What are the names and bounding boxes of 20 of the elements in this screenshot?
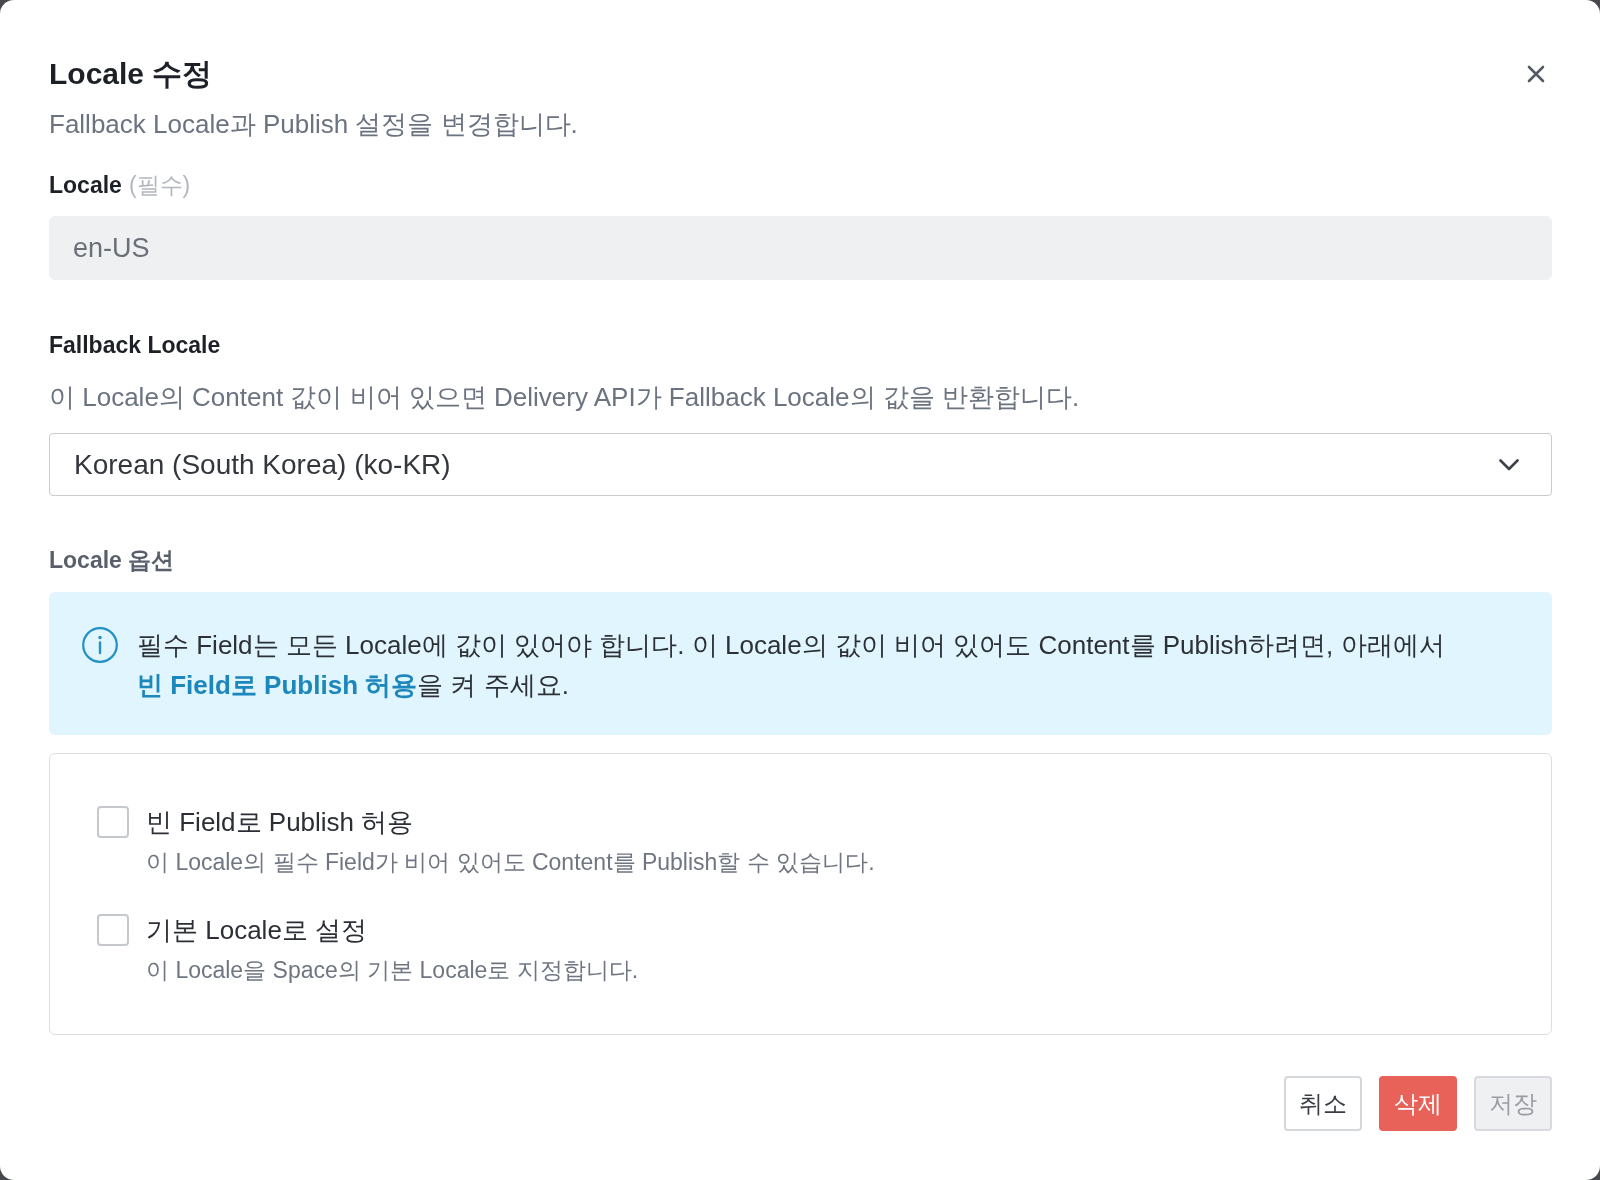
dialog-title: Locale 수정 — [49, 56, 213, 92]
checkbox[interactable] — [97, 914, 129, 946]
checkbox[interactable] — [97, 806, 129, 838]
required-note: (필수) — [128, 171, 191, 200]
option-label: 기본 Locale로 설정 — [146, 914, 368, 947]
close-icon — [1527, 65, 1545, 83]
fallback-locale-select[interactable]: Korean (South Korea) (ko-KR) — [49, 433, 1552, 496]
notice-text: 필수 Field는 모든 Locale에 값이 있어야 합니다. 이 Locale의 값이 비어 있어도 Content를 Publish하려면, 아래에서 빈 Field로 Publish 허용을 켜 주세요. — [137, 629, 1446, 702]
field-label: Fallback Locale — [49, 331, 221, 360]
chevron-down-icon — [1499, 458, 1519, 471]
field-hint: 이 Locale의 Content 값이 비어 있으면 Delivery API가 Fallback Locale의 값을 반환합니다. — [49, 381, 1081, 414]
delete-button[interactable]: 삭제 — [1379, 1076, 1457, 1131]
option-description: 이 Locale을 Space의 기본 Locale로 지정합니다. — [146, 956, 639, 985]
info-icon — [82, 627, 118, 663]
option-description: 이 Locale의 필수 Field가 비어 있어도 Content를 Publish할 수 있습니다. — [146, 848, 875, 877]
section-heading: Locale 옵션 — [49, 546, 176, 575]
option-label: 빈 Field로 Publish 허용 — [146, 806, 414, 839]
dialog-subtitle: Fallback Locale과 Publish 설정을 변경합니다. — [49, 108, 579, 141]
cancel-button[interactable]: 취소 — [1284, 1076, 1362, 1131]
field-label: Locale — [49, 171, 122, 200]
